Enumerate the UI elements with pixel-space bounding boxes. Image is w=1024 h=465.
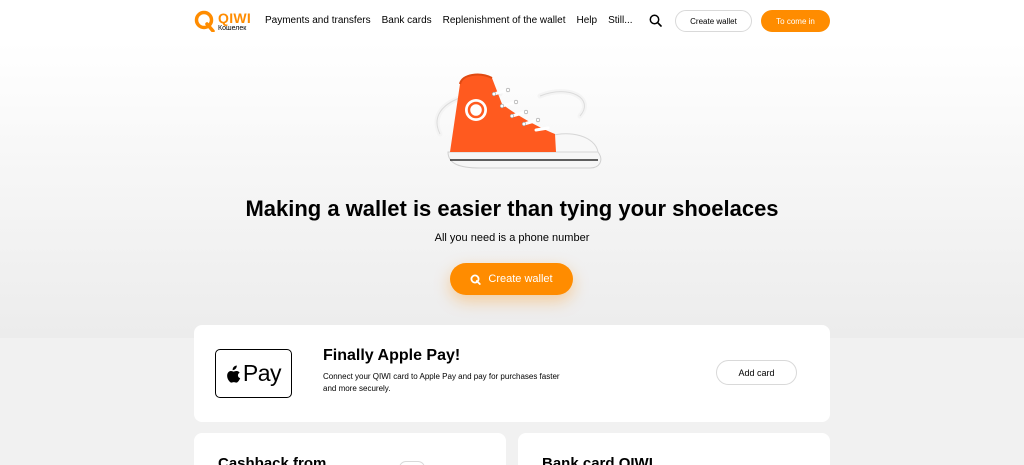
bank-card-title: Bank card QIWI bbox=[542, 455, 653, 465]
add-card-button[interactable]: Add card bbox=[716, 360, 797, 385]
logo-wordmark: QIWI bbox=[218, 10, 252, 26]
hero-subtitle: All you need is a phone number bbox=[434, 232, 590, 244]
nav-more[interactable]: Still... bbox=[608, 15, 632, 26]
cashback-card-button[interactable] bbox=[399, 461, 425, 465]
apple-pay-description: Connect your QIWI card to Apple Pay and … bbox=[323, 372, 560, 393]
apple-pay-card: Pay Finally Apple Pay! Connect your QIWI… bbox=[194, 325, 830, 422]
hero-create-wallet-label: Create wallet bbox=[488, 273, 553, 285]
login-button[interactable]: To come in bbox=[761, 10, 830, 32]
qiwi-q-icon bbox=[194, 10, 215, 32]
apple-pay-logo-text: Pay bbox=[242, 360, 282, 386]
sneaker-illustration bbox=[434, 73, 602, 169]
nav-payments-transfers[interactable]: Payments and transfers bbox=[265, 15, 371, 26]
hero-create-wallet-button[interactable]: Create wallet bbox=[450, 263, 573, 295]
hero-title: Making a wallet is easier than tying you… bbox=[245, 196, 779, 221]
qiwi-q-icon bbox=[470, 274, 482, 285]
apple-icon bbox=[227, 365, 241, 383]
apple-pay-title: Finally Apple Pay! bbox=[323, 347, 461, 364]
logo-subtitle: Кошелек bbox=[218, 25, 247, 32]
qiwi-logo[interactable]: QIWI Кошелек bbox=[194, 9, 254, 35]
nav-help[interactable]: Help bbox=[577, 15, 598, 26]
search-icon[interactable] bbox=[649, 14, 662, 27]
apple-pay-logo: Pay bbox=[215, 349, 292, 398]
nav-bank-cards[interactable]: Bank cards bbox=[382, 15, 432, 26]
bank-card-card[interactable]: Bank card QIWI bbox=[518, 433, 830, 465]
cashback-card-title: Cashback from bbox=[218, 455, 327, 465]
hero-section: Making a wallet is easier than tying you… bbox=[0, 42, 1024, 338]
top-bar: QIWI Кошелек Payments and transfers Bank… bbox=[0, 0, 1024, 42]
cashback-card[interactable]: Cashback from bbox=[194, 433, 506, 465]
nav-replenishment[interactable]: Replenishment of the wallet bbox=[443, 15, 566, 26]
main-nav: Payments and transfers Bank cards Replen… bbox=[265, 15, 644, 26]
create-wallet-button[interactable]: Create wallet bbox=[675, 10, 752, 32]
